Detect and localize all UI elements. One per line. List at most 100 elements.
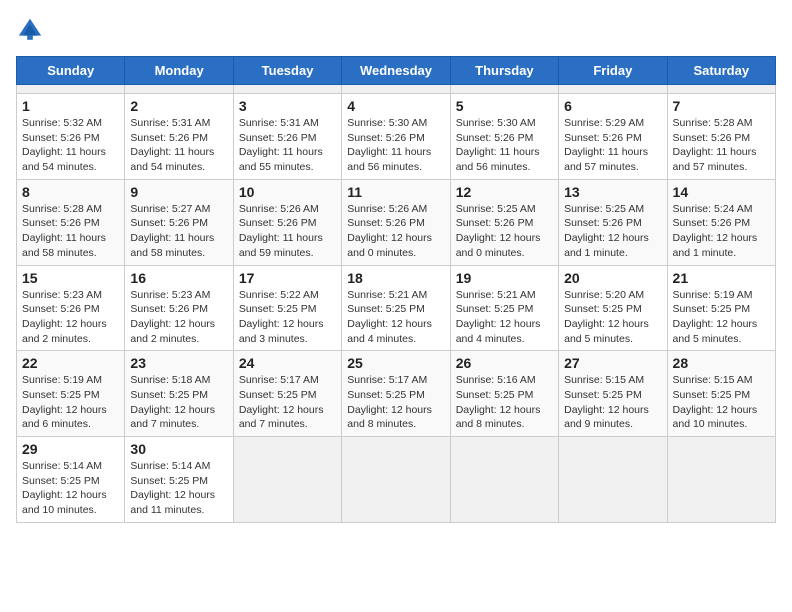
- calendar-cell: [450, 437, 558, 523]
- day-number: 1: [22, 98, 119, 114]
- header-day: Sunday: [17, 57, 125, 85]
- day-number: 30: [130, 441, 227, 457]
- calendar-cell: 29Sunrise: 5:14 AM Sunset: 5:25 PM Dayli…: [17, 437, 125, 523]
- day-info: Sunrise: 5:16 AM Sunset: 5:25 PM Dayligh…: [456, 373, 553, 432]
- day-number: 26: [456, 355, 553, 371]
- day-info: Sunrise: 5:29 AM Sunset: 5:26 PM Dayligh…: [564, 116, 661, 175]
- header-day: Friday: [559, 57, 667, 85]
- calendar-cell: 12 Sunrise: 5:25 AM Sunset: 5:26 PM Dayli…: [450, 179, 558, 265]
- logo-icon: [16, 16, 44, 44]
- day-number: 2: [130, 98, 227, 114]
- calendar-cell: 20 Sunrise: 5:20 AM Sunset: 5:25 PM Dayli…: [559, 265, 667, 351]
- header-day: Tuesday: [233, 57, 341, 85]
- day-number: 6: [564, 98, 661, 114]
- logo: [16, 16, 48, 44]
- day-info: Sunrise: 5:30 AM Sunset: 5:26 PM Dayligh…: [347, 116, 444, 175]
- calendar-week-row: 8Sunrise: 5:28 AM Sunset: 5:26 PM Daylig…: [17, 179, 776, 265]
- day-number: 3: [239, 98, 336, 114]
- calendar-cell: [17, 85, 125, 94]
- calendar-cell: [559, 85, 667, 94]
- calendar-week-row: 22Sunrise: 5:19 AM Sunset: 5:25 PM Dayli…: [17, 351, 776, 437]
- day-number: 23: [130, 355, 227, 371]
- day-number: 24: [239, 355, 336, 371]
- calendar-cell: 3 Sunrise: 5:31 AM Sunset: 5:26 PM Daylig…: [233, 94, 341, 180]
- calendar-cell: 14 Sunrise: 5:24 AM Sunset: 5:26 PM Dayli…: [667, 179, 775, 265]
- calendar-cell: 22Sunrise: 5:19 AM Sunset: 5:25 PM Dayli…: [17, 351, 125, 437]
- day-number: 28: [673, 355, 770, 371]
- day-info: Sunrise: 5:20 AM Sunset: 5:25 PM Dayligh…: [564, 288, 661, 347]
- calendar-cell: 15 Sunrise: 5:23 AM Sunset: 5:26 PM Dayli…: [17, 265, 125, 351]
- calendar-cell: 26 Sunrise: 5:16 AM Sunset: 5:25 PM Dayli…: [450, 351, 558, 437]
- calendar-cell: [667, 85, 775, 94]
- day-info: Sunrise: 5:25 AM Sunset: 5:26 PM Dayligh…: [456, 202, 553, 261]
- calendar-cell: 6 Sunrise: 5:29 AM Sunset: 5:26 PM Daylig…: [559, 94, 667, 180]
- day-info: Sunrise: 5:19 AM Sunset: 5:25 PM Dayligh…: [673, 288, 770, 347]
- day-number: 11: [347, 184, 444, 200]
- day-number: 14: [673, 184, 770, 200]
- calendar-cell: 8Sunrise: 5:28 AM Sunset: 5:26 PM Daylig…: [17, 179, 125, 265]
- calendar-cell: 1 Sunrise: 5:32 AM Sunset: 5:26 PM Daylig…: [17, 94, 125, 180]
- day-info: Sunrise: 5:30 AM Sunset: 5:26 PM Dayligh…: [456, 116, 553, 175]
- day-number: 10: [239, 184, 336, 200]
- calendar-week-row: [17, 85, 776, 94]
- day-number: 21: [673, 270, 770, 286]
- day-info: Sunrise: 5:14 AM Sunset: 5:25 PM Dayligh…: [22, 459, 119, 518]
- calendar-cell: 19Sunrise: 5:21 AM Sunset: 5:25 PM Dayli…: [450, 265, 558, 351]
- calendar-cell: 27 Sunrise: 5:15 AM Sunset: 5:25 PM Dayli…: [559, 351, 667, 437]
- calendar-cell: 10 Sunrise: 5:26 AM Sunset: 5:26 PM Dayli…: [233, 179, 341, 265]
- calendar-cell: 9Sunrise: 5:27 AM Sunset: 5:26 PM Daylig…: [125, 179, 233, 265]
- day-info: Sunrise: 5:28 AM Sunset: 5:26 PM Dayligh…: [673, 116, 770, 175]
- day-info: Sunrise: 5:23 AM Sunset: 5:26 PM Dayligh…: [130, 288, 227, 347]
- calendar-cell: 4 Sunrise: 5:30 AM Sunset: 5:26 PM Daylig…: [342, 94, 450, 180]
- day-info: Sunrise: 5:25 AM Sunset: 5:26 PM Dayligh…: [564, 202, 661, 261]
- calendar-cell: [667, 437, 775, 523]
- calendar-cell: 30 Sunrise: 5:14 AM Sunset: 5:25 PM Dayli…: [125, 437, 233, 523]
- calendar-cell: [125, 85, 233, 94]
- calendar-cell: [450, 85, 558, 94]
- calendar-cell: 25Sunrise: 5:17 AM Sunset: 5:25 PM Dayli…: [342, 351, 450, 437]
- calendar-cell: 13 Sunrise: 5:25 AM Sunset: 5:26 PM Dayli…: [559, 179, 667, 265]
- calendar-cell: 17 Sunrise: 5:22 AM Sunset: 5:25 PM Dayli…: [233, 265, 341, 351]
- day-number: 19: [456, 270, 553, 286]
- day-number: 18: [347, 270, 444, 286]
- day-number: 12: [456, 184, 553, 200]
- day-number: 20: [564, 270, 661, 286]
- calendar-cell: 21 Sunrise: 5:19 AM Sunset: 5:25 PM Dayli…: [667, 265, 775, 351]
- day-info: Sunrise: 5:18 AM Sunset: 5:25 PM Dayligh…: [130, 373, 227, 432]
- day-info: Sunrise: 5:24 AM Sunset: 5:26 PM Dayligh…: [673, 202, 770, 261]
- calendar-cell: 11 Sunrise: 5:26 AM Sunset: 5:26 PM Dayli…: [342, 179, 450, 265]
- day-info: Sunrise: 5:23 AM Sunset: 5:26 PM Dayligh…: [22, 288, 119, 347]
- day-info: Sunrise: 5:17 AM Sunset: 5:25 PM Dayligh…: [239, 373, 336, 432]
- header-row: SundayMondayTuesdayWednesdayThursdayFrid…: [17, 57, 776, 85]
- day-info: Sunrise: 5:31 AM Sunset: 5:26 PM Dayligh…: [239, 116, 336, 175]
- day-number: 5: [456, 98, 553, 114]
- day-number: 16: [130, 270, 227, 286]
- calendar-table: SundayMondayTuesdayWednesdayThursdayFrid…: [16, 56, 776, 523]
- day-number: 4: [347, 98, 444, 114]
- day-number: 15: [22, 270, 119, 286]
- calendar-cell: 18 Sunrise: 5:21 AM Sunset: 5:25 PM Dayli…: [342, 265, 450, 351]
- calendar-header: SundayMondayTuesdayWednesdayThursdayFrid…: [17, 57, 776, 85]
- day-info: Sunrise: 5:15 AM Sunset: 5:25 PM Dayligh…: [564, 373, 661, 432]
- calendar-body: 1 Sunrise: 5:32 AM Sunset: 5:26 PM Daylig…: [17, 85, 776, 523]
- day-info: Sunrise: 5:19 AM Sunset: 5:25 PM Dayligh…: [22, 373, 119, 432]
- calendar-cell: [342, 437, 450, 523]
- day-info: Sunrise: 5:21 AM Sunset: 5:25 PM Dayligh…: [347, 288, 444, 347]
- day-info: Sunrise: 5:32 AM Sunset: 5:26 PM Dayligh…: [22, 116, 119, 175]
- calendar-cell: 28 Sunrise: 5:15 AM Sunset: 5:25 PM Dayli…: [667, 351, 775, 437]
- day-info: Sunrise: 5:26 AM Sunset: 5:26 PM Dayligh…: [347, 202, 444, 261]
- day-number: 7: [673, 98, 770, 114]
- calendar-cell: 16 Sunrise: 5:23 AM Sunset: 5:26 PM Dayli…: [125, 265, 233, 351]
- header-day: Wednesday: [342, 57, 450, 85]
- calendar-cell: [233, 85, 341, 94]
- day-info: Sunrise: 5:22 AM Sunset: 5:25 PM Dayligh…: [239, 288, 336, 347]
- day-info: Sunrise: 5:26 AM Sunset: 5:26 PM Dayligh…: [239, 202, 336, 261]
- day-info: Sunrise: 5:17 AM Sunset: 5:25 PM Dayligh…: [347, 373, 444, 432]
- day-info: Sunrise: 5:15 AM Sunset: 5:25 PM Dayligh…: [673, 373, 770, 432]
- day-number: 13: [564, 184, 661, 200]
- day-number: 9: [130, 184, 227, 200]
- day-info: Sunrise: 5:14 AM Sunset: 5:25 PM Dayligh…: [130, 459, 227, 518]
- calendar-cell: 2Sunrise: 5:31 AM Sunset: 5:26 PM Daylig…: [125, 94, 233, 180]
- day-number: 17: [239, 270, 336, 286]
- day-number: 27: [564, 355, 661, 371]
